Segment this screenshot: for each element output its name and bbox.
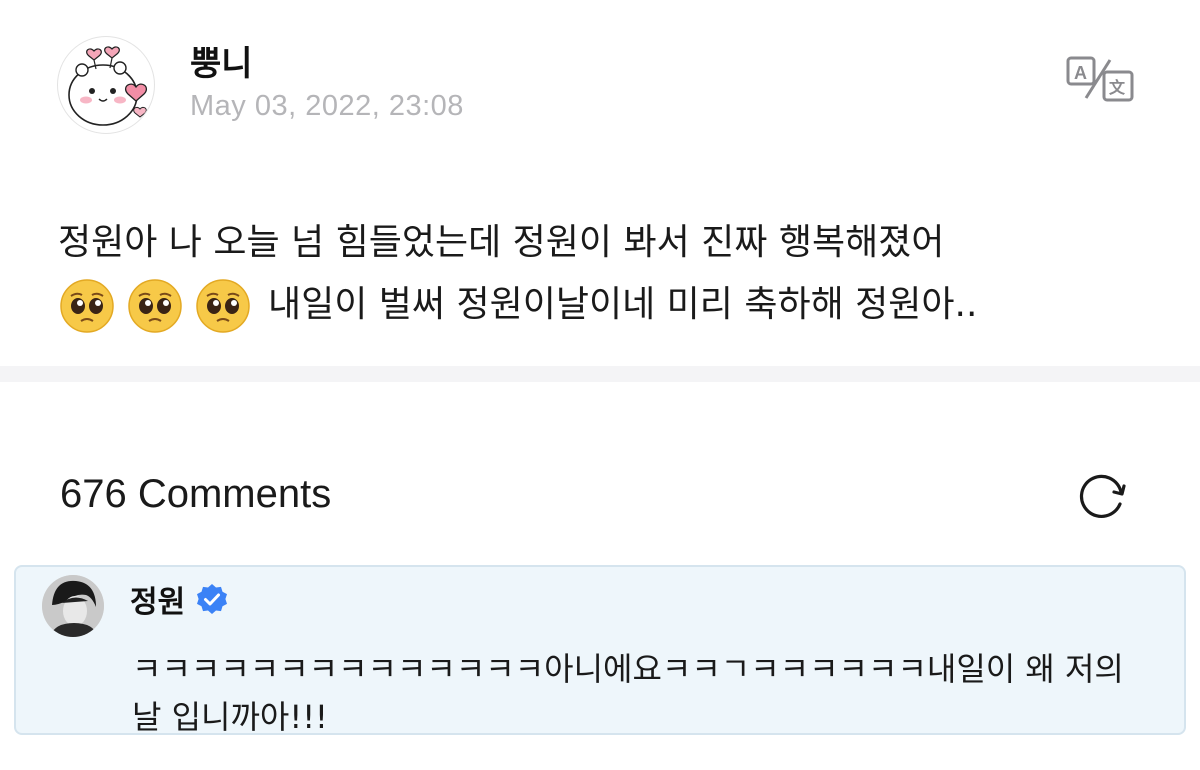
author-name[interactable]: 뿡니: [190, 36, 253, 85]
profile-photo-icon: [42, 575, 104, 637]
post-body: 정원아 나 오늘 넘 힘들었는데 정원이 봐서 진짜 행복해졌어 내일이 벌써 …: [58, 212, 1168, 336]
comments-count: 676 Comments: [60, 472, 332, 516]
post-text-line-1: 정원아 나 오늘 넘 힘들었는데 정원이 봐서 진짜 행복해졌어: [58, 222, 945, 263]
avatar[interactable]: [57, 36, 155, 134]
comment-text: ㅋㅋㅋㅋㅋㅋㅋㅋㅋㅋㅋㅋㅋㅋ아니에요ㅋㅋㄱㅋㅋㅋㅋㅋㅋ내일이 왜 저의 날 입니…: [132, 650, 1124, 736]
translate-button[interactable]: A 文: [1064, 52, 1140, 106]
pleading-face-emoji-icon: [60, 279, 114, 333]
svg-text:A: A: [1074, 63, 1087, 83]
emoji-group: [58, 277, 252, 335]
section-divider: [0, 366, 1200, 382]
comment-item[interactable]: 정원 ㅋㅋㅋㅋㅋㅋㅋㅋㅋㅋㅋㅋㅋㅋ아니에요ㅋㅋㄱㅋㅋㅋㅋㅋㅋ내일이 왜 저의 날…: [14, 565, 1186, 736]
verified-badge-icon: [197, 584, 228, 614]
pleading-face-emoji-icon: [128, 279, 182, 333]
hamster-character-icon: [68, 46, 148, 126]
post-timestamp: May 03, 2022, 23:08: [190, 90, 464, 122]
post-text-line-2-text: 내일이 벌써 정원이날이네 미리 축하해 정원아..: [268, 284, 978, 325]
comment-avatar[interactable]: [42, 575, 104, 637]
post-text-line-2: 내일이 벌써 정원이날이네 미리 축하해 정원아..: [58, 274, 1168, 336]
refresh-icon: [1079, 474, 1126, 518]
post-header: 뿡니 May 03, 2022, 23:08 A 文: [0, 0, 1200, 150]
svg-text:文: 文: [1109, 78, 1126, 97]
comment-author[interactable]: 정원: [130, 577, 229, 621]
refresh-button[interactable]: [1074, 470, 1132, 524]
pleading-face-emoji-icon: [196, 279, 250, 333]
comment-author-name: 정원: [130, 585, 186, 620]
translate-icon: A 文: [1066, 56, 1134, 102]
